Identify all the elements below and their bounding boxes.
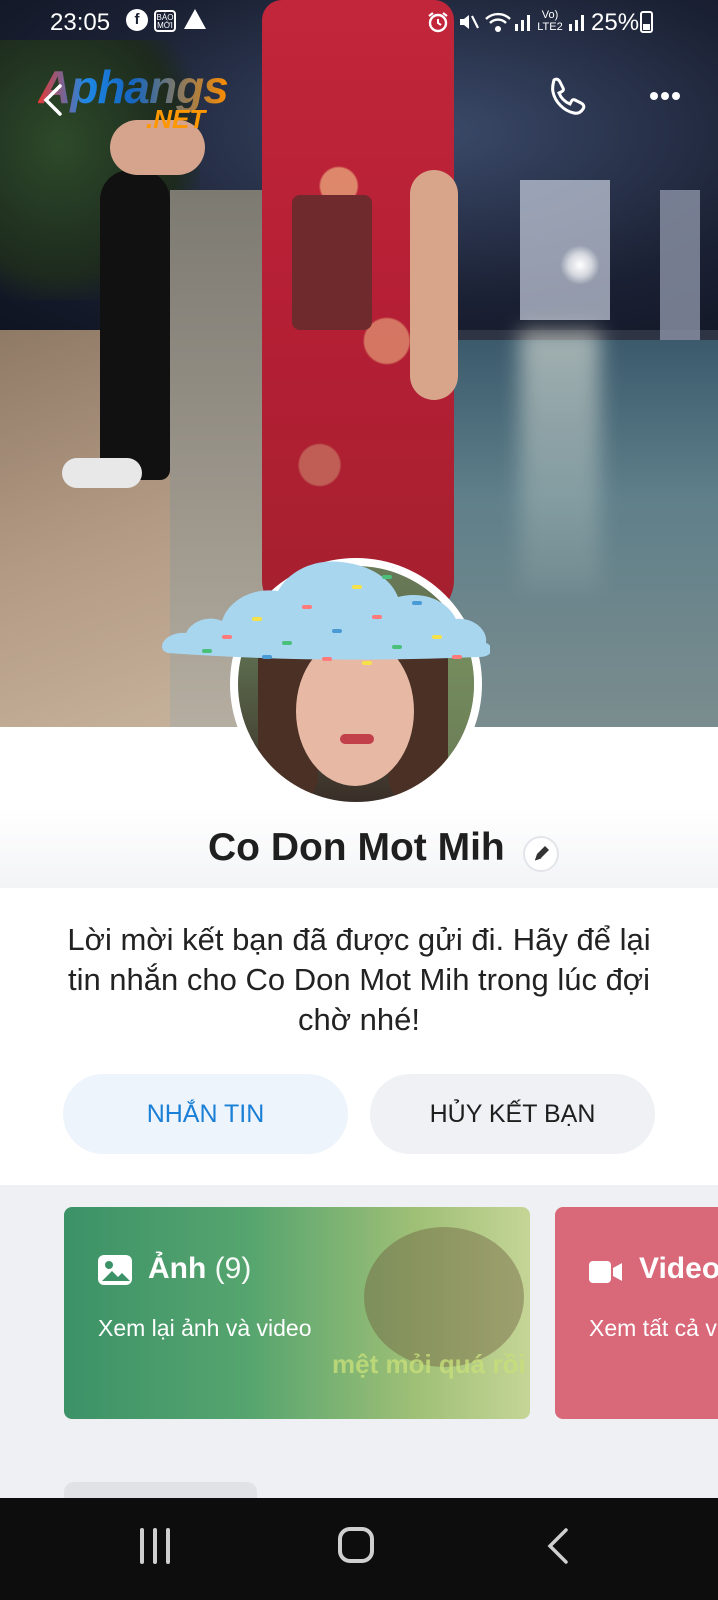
profile-name: Co Don Mot Mih (208, 826, 505, 869)
status-time: 23:05 (50, 9, 111, 36)
mute-icon (460, 15, 479, 29)
facebook-icon: f (126, 9, 148, 31)
chevron-left-icon[interactable] (40, 80, 66, 120)
cover-reflection (520, 330, 600, 590)
phone-icon[interactable] (540, 70, 590, 120)
unfriend-button[interactable]: HỦY KẾT BẠN (370, 1074, 655, 1154)
pencil-icon[interactable] (523, 836, 559, 872)
alarm-icon (428, 12, 448, 33)
wifi-icon (485, 12, 511, 32)
recents-icon[interactable] (140, 1528, 174, 1564)
cover-background-person (100, 170, 170, 480)
battery-percent: 25% (591, 9, 640, 36)
cloud-sticker-icon (162, 561, 490, 665)
home-icon[interactable] (338, 1527, 374, 1563)
videos-title: Video (639, 1252, 718, 1285)
video-camera-icon (589, 1261, 622, 1283)
photos-title: Ảnh (9) (148, 1252, 251, 1286)
status-bar: 23:05 f BÁO MỚI Vo) LTE2 25% (0, 0, 718, 46)
photo-caption-overlay: mệt mỏi quá rồi (332, 1349, 526, 1379)
volte-icon: Vo) LTE2 (537, 9, 563, 33)
message-button[interactable]: NHẮN TIN (63, 1074, 348, 1154)
photo-thumbnail (364, 1227, 524, 1367)
site-watermark-logo: Aphangs .NET (34, 60, 254, 138)
signal-icon (515, 15, 530, 31)
friend-request-message: Lời mời kết bạn đã được gửi đi. Hãy để l… (67, 922, 651, 1037)
watermark-line2: .NET (146, 104, 206, 134)
cover-arm (410, 170, 458, 400)
cover-tower (660, 190, 700, 340)
zalo-profile-screen: 23:05 f BÁO MỚI Vo) LTE2 25% Aphangs .NE… (0, 0, 718, 1600)
image-icon (98, 1255, 132, 1285)
drive-icon (184, 9, 206, 29)
photos-card[interactable]: Ảnh (9) Xem lại ảnh và video mệt mỏi quá… (64, 1207, 530, 1419)
cover-shoe (62, 458, 142, 488)
cover-light (560, 245, 600, 285)
back-icon[interactable] (546, 1526, 570, 1566)
more-dots-icon[interactable] (640, 70, 690, 120)
videos-card[interactable]: Video Xem tất cả video (555, 1207, 718, 1419)
photos-subtitle: Xem lại ảnh và video (98, 1315, 312, 1341)
avatar-lips (340, 734, 374, 744)
battery-icon (640, 11, 653, 33)
signal-icon-2 (569, 15, 584, 31)
videos-subtitle: Xem tất cả video (589, 1315, 718, 1341)
cover-handbag (292, 195, 372, 330)
photos-count: (9) (214, 1252, 252, 1285)
system-navigation-bar (0, 1498, 718, 1600)
photos-title-text: Ảnh (148, 1252, 207, 1285)
bao-moi-icon: BÁO MỚI (154, 10, 176, 32)
